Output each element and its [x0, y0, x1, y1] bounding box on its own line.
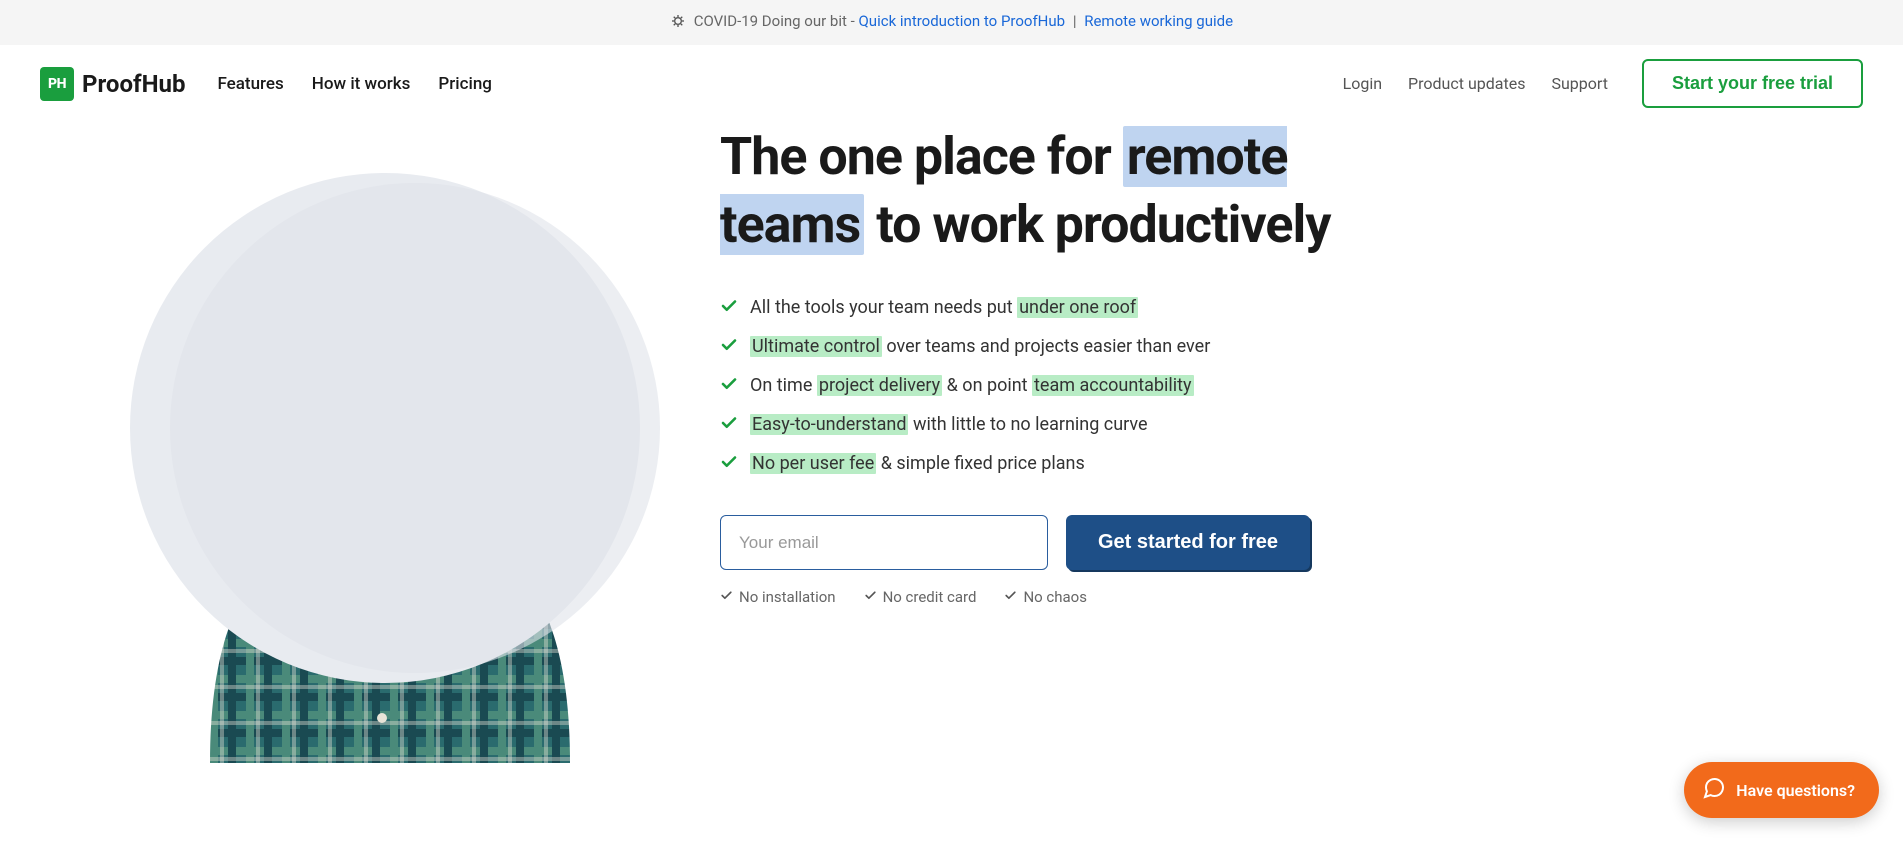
- sub-check-label: No installation: [739, 588, 836, 606]
- check-icon: [720, 335, 738, 362]
- check-icon: [720, 296, 738, 323]
- nav-how-it-works[interactable]: How it works: [312, 74, 411, 94]
- hero-title-pre: The one place for: [720, 126, 1123, 187]
- nav-product-updates[interactable]: Product updates: [1408, 74, 1525, 93]
- bullet-item: No per user fee & simple fixed price pla…: [720, 450, 1420, 479]
- bullet-item: All the tools your team needs put under …: [720, 294, 1420, 323]
- tick-icon: [720, 588, 733, 606]
- help-widget[interactable]: Have questions?: [1684, 762, 1879, 818]
- nav-pricing[interactable]: Pricing: [438, 74, 492, 94]
- signup-row: Get started for free: [720, 515, 1420, 570]
- virus-icon: [670, 13, 686, 33]
- hero-title-post: to work productively: [864, 194, 1330, 255]
- sub-check-item: No credit card: [864, 588, 977, 606]
- sub-check-label: No credit card: [883, 588, 977, 606]
- sub-check-label: No chaos: [1023, 588, 1087, 606]
- check-icon: [720, 374, 738, 401]
- tick-icon: [1004, 588, 1017, 606]
- hero-image-container: [120, 153, 660, 763]
- start-trial-button[interactable]: Start your free trial: [1642, 59, 1863, 108]
- nav-login[interactable]: Login: [1343, 74, 1382, 93]
- bullet-text: Ultimate control over teams and projects…: [750, 333, 1210, 360]
- bullet-item: On time project delivery & on point team…: [720, 372, 1420, 401]
- tick-icon: [864, 588, 877, 606]
- hero-section: The one place for remote teams to work p…: [0, 123, 1903, 763]
- check-icon: [720, 452, 738, 479]
- bullet-item: Easy-to-understand with little to no lea…: [720, 411, 1420, 440]
- covid-text: COVID-19 Doing our bit -: [694, 12, 859, 30]
- sub-check-item: No installation: [720, 588, 836, 606]
- hero-bg-circle-inner: [170, 183, 660, 673]
- bullet-text: Easy-to-understand with little to no lea…: [750, 411, 1148, 438]
- help-widget-label: Have questions?: [1736, 781, 1855, 800]
- bullet-text: All the tools your team needs put under …: [750, 294, 1138, 321]
- logo-text: ProofHub: [82, 70, 185, 98]
- announcement-link-intro[interactable]: Quick introduction to ProofHub: [858, 12, 1065, 30]
- nav-support[interactable]: Support: [1551, 74, 1607, 93]
- logo-mark: PH: [40, 67, 74, 101]
- bullet-text: No per user fee & simple fixed price pla…: [750, 450, 1085, 477]
- bullet-text: On time project delivery & on point team…: [750, 372, 1194, 399]
- chat-bubble-icon: [1702, 776, 1726, 804]
- logo[interactable]: PH ProofHub: [40, 67, 185, 101]
- hero-bullets: All the tools your team needs put under …: [720, 294, 1420, 479]
- announcement-link-remote[interactable]: Remote working guide: [1084, 12, 1233, 30]
- navbar: PH ProofHub Features How it works Pricin…: [0, 45, 1903, 123]
- hero-title: The one place for remote teams to work p…: [720, 123, 1420, 258]
- check-icon: [720, 413, 738, 440]
- nav-primary: Features How it works Pricing: [217, 74, 491, 94]
- nav-features[interactable]: Features: [217, 74, 283, 94]
- hero-content: The one place for remote teams to work p…: [660, 123, 1420, 606]
- sub-check-item: No chaos: [1004, 588, 1087, 606]
- get-started-button[interactable]: Get started for free: [1066, 515, 1310, 570]
- bullet-item: Ultimate control over teams and projects…: [720, 333, 1420, 362]
- announcement-separator: |: [1073, 12, 1077, 30]
- announcement-bar: COVID-19 Doing our bit - Quick introduct…: [0, 0, 1903, 45]
- sub-checks: No installation No credit card No chaos: [720, 588, 1420, 606]
- email-input[interactable]: [720, 515, 1048, 570]
- nav-secondary: Login Product updates Support Start your…: [1343, 59, 1863, 108]
